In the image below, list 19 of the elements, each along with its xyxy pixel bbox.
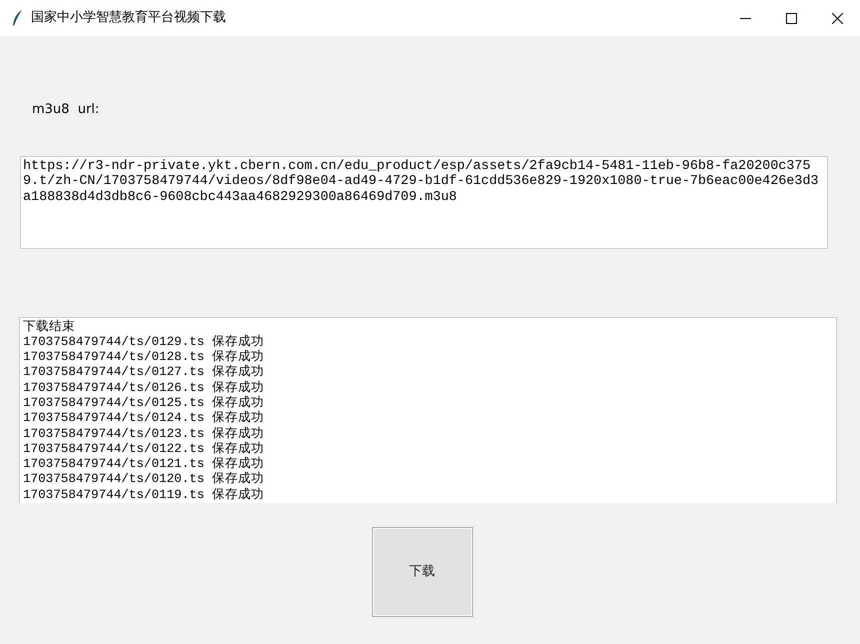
log-line: 1703758479744/ts/0127.ts 保存成功	[23, 365, 264, 380]
log-line: 1703758479744/ts/0128.ts 保存成功	[23, 350, 264, 364]
log-line: 1703758479744/ts/0129.ts 保存成功	[23, 334, 264, 350]
url-label: m3u8 url:	[32, 101, 100, 119]
close-icon[interactable]	[832, 12, 842, 24]
url-field[interactable]: https://r3-ndr-private.ykt.cbern.com.cn/edu_product/esp/assets/2fa9cb14-5481-11eb-96b8-fa20200c3759.t/zh-CN/1703758479744/videos/8df98e04-ad49-4729-b1df-61cdd536e829-1920x1080-true-7b6eac00e426e3d3a188838d4d3db8c6-9608cbc443aa4682929300a86469d709.m3u8	[20, 156, 828, 248]
feather-icon	[12, 10, 23, 26]
log-line: 1703758479744/ts/0124.ts 保存成功	[23, 411, 264, 426]
log-line: 1703758479744/ts/0126.ts 保存成功	[23, 380, 264, 396]
log-line: 1703758479744/ts/0123.ts 保存成功	[23, 426, 264, 442]
log-line: 下载结束	[23, 320, 75, 335]
download-button[interactable]: 下载	[372, 526, 472, 616]
log-line: 1703758479744/ts/0121.ts 保存成功	[23, 457, 264, 472]
log-line: 1703758479744/ts/0122.ts 保存成功	[23, 442, 264, 456]
log-line: 1703758479744/ts/0125.ts 保存成功	[23, 396, 264, 410]
log-line: 1703758479744/ts/0119.ts 保存成功	[23, 488, 264, 502]
log-line: 1703758479744/ts/0120.ts 保存成功	[23, 472, 264, 488]
maximize-icon[interactable]	[786, 12, 796, 24]
window-title: 国家中小学智慧教育平台视频下载	[31, 8, 226, 28]
